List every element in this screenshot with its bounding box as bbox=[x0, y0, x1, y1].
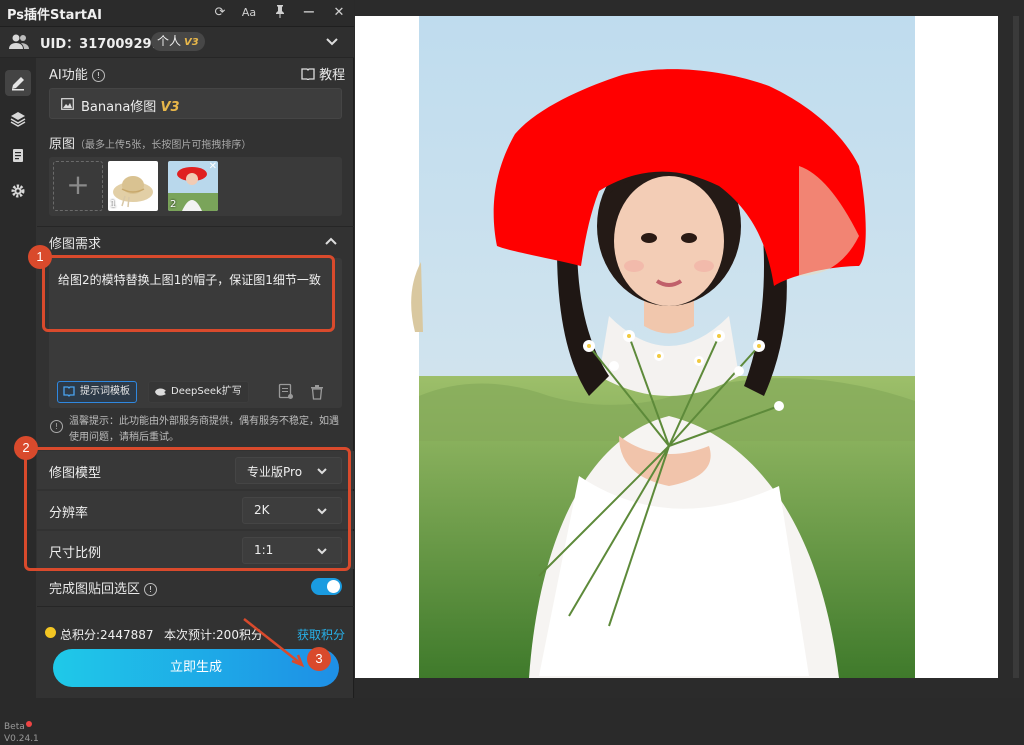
beta-dot bbox=[25, 721, 32, 727]
info-icon[interactable]: ! bbox=[144, 583, 158, 596]
source-hint: （最多上传5张，长按图片可拖拽排序） bbox=[75, 140, 252, 151]
source-images: + 1 2 ✕ bbox=[49, 157, 342, 216]
nav-layers[interactable] bbox=[5, 106, 31, 132]
nav-edit[interactable] bbox=[5, 70, 31, 96]
clipboard-icon bbox=[13, 149, 23, 162]
canvas-area bbox=[355, 0, 1024, 698]
callout-arrow bbox=[243, 618, 305, 668]
paste-back-label: 完成图贴回选区 ! bbox=[49, 578, 158, 597]
model-photo bbox=[419, 16, 915, 678]
toggle-knob bbox=[327, 580, 340, 593]
hat-edge-fragment bbox=[411, 262, 423, 332]
minimize-icon[interactable]: − bbox=[300, 3, 318, 21]
thumb-index: 2 bbox=[170, 199, 177, 210]
close-icon[interactable]: ✕ bbox=[330, 4, 348, 22]
version-info: Beta V0.24.1 bbox=[4, 721, 39, 745]
image-icon bbox=[61, 98, 74, 110]
side-nav: Beta V0.24.1 bbox=[0, 58, 39, 744]
chevron-down-icon[interactable] bbox=[324, 34, 340, 50]
prompt-template-button[interactable]: 提示词模板 bbox=[57, 381, 137, 403]
nav-settings[interactable] bbox=[5, 178, 31, 204]
gear-icon bbox=[11, 184, 25, 198]
plugin-panel: Ps插件StartAI ⟳ Aa − ✕ UID：317009291 个人V3 bbox=[0, 0, 354, 744]
book-icon bbox=[301, 68, 315, 81]
info-icon[interactable]: ! bbox=[91, 69, 105, 82]
trash-icon[interactable] bbox=[310, 384, 324, 400]
callout-number-2: 2 bbox=[14, 436, 38, 460]
callout-box-1 bbox=[42, 255, 335, 332]
tool-select[interactable]: Banana修图 V3 bbox=[49, 88, 342, 119]
thumb-index: 1 bbox=[110, 199, 117, 210]
users-icon bbox=[9, 34, 29, 49]
chevron-up-icon[interactable] bbox=[324, 235, 338, 247]
divider bbox=[37, 226, 354, 227]
whale-icon bbox=[155, 388, 166, 396]
callout-number-3: 3 bbox=[307, 647, 331, 671]
app-title: Ps插件StartAI bbox=[7, 8, 102, 23]
tool-version: V3 bbox=[160, 100, 180, 115]
remove-image-icon[interactable]: ✕ bbox=[209, 161, 217, 172]
deepseek-expand-button[interactable]: DeepSeek扩写 bbox=[148, 381, 249, 403]
thumb-model[interactable]: 2 ✕ bbox=[168, 161, 218, 211]
user-bar: UID：317009291 个人 V3 bbox=[0, 27, 354, 58]
pencil-icon bbox=[12, 77, 24, 91]
version-number: V0.24.1 bbox=[4, 734, 39, 744]
uid-text: UID：317009291 bbox=[40, 37, 161, 52]
plan-label: 个人 bbox=[157, 34, 182, 48]
callout-number-1: 1 bbox=[28, 245, 52, 269]
nav-notes[interactable] bbox=[5, 142, 31, 168]
coin-icon bbox=[45, 627, 56, 638]
add-image-button[interactable]: + bbox=[53, 161, 103, 211]
plan-version: V3 bbox=[184, 37, 199, 48]
paste-back-toggle[interactable] bbox=[311, 578, 342, 595]
request-label: 修图需求 bbox=[49, 237, 102, 252]
book-open-icon bbox=[63, 386, 75, 397]
divider bbox=[37, 606, 354, 607]
refresh-icon[interactable]: ⟳ bbox=[211, 4, 229, 22]
selected-tool: Banana修图 bbox=[81, 100, 157, 115]
photo-canvas[interactable] bbox=[419, 16, 915, 678]
total-points: 总积分:2447887 bbox=[60, 628, 154, 642]
warning-text: 温馨提示：此功能由外部服务商提供，偶有服务不稳定，如遇使用问题，请稍后重试。 bbox=[69, 416, 339, 443]
artboard bbox=[355, 16, 998, 678]
plan-badge: 个人 V3 bbox=[151, 32, 205, 51]
font-size-icon[interactable]: Aa bbox=[240, 4, 258, 22]
layers-icon bbox=[10, 112, 26, 127]
tutorial-link[interactable]: 教程 bbox=[301, 64, 345, 83]
thumb-hat[interactable]: 1 bbox=[108, 161, 158, 211]
title-bar: Ps插件StartAI ⟳ Aa − ✕ bbox=[0, 0, 354, 27]
ai-function-label: AI功能 ! bbox=[49, 64, 105, 83]
beta-label: Beta bbox=[4, 722, 25, 732]
source-label: 原图（最多上传5张，长按图片可拖拽排序） bbox=[49, 137, 252, 152]
pin-icon[interactable] bbox=[271, 4, 289, 22]
canvas-scrollbar[interactable] bbox=[1013, 16, 1019, 678]
warning-icon: ! bbox=[50, 420, 63, 433]
notes-icon[interactable] bbox=[278, 383, 294, 400]
callout-box-2 bbox=[24, 447, 351, 571]
